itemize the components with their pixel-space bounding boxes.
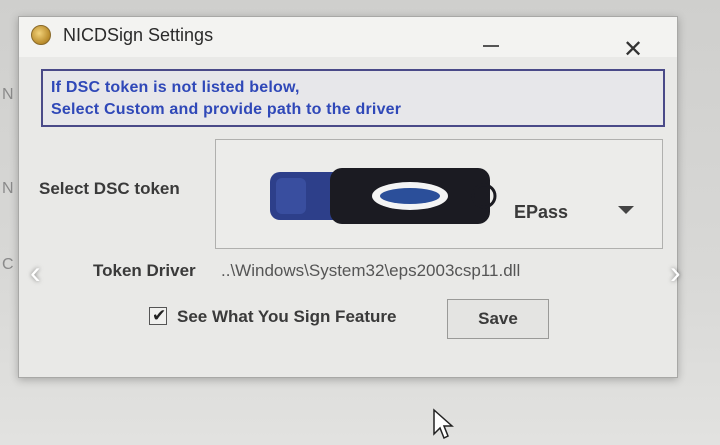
chevron-down-icon[interactable]	[618, 206, 634, 214]
token-driver-label: Token Driver	[93, 261, 196, 280]
info-message-box: If DSC token is not listed below, Select…	[41, 69, 665, 127]
mouse-pointer-icon	[433, 408, 454, 440]
background-window-letter: N	[2, 86, 14, 103]
token-dropdown[interactable]: EPass	[215, 139, 663, 249]
minimize-button[interactable]	[471, 21, 511, 51]
title-bar[interactable]: NICDSign Settings ✕	[19, 17, 677, 63]
usb-token-icon	[270, 168, 497, 224]
save-button[interactable]: Save	[447, 299, 549, 339]
background-window-letter: C	[2, 256, 14, 273]
info-line-2: Select Custom and provide path to the dr…	[51, 101, 402, 118]
select-token-label: Select DSC token	[39, 179, 180, 198]
window-title: NICDSign Settings	[63, 25, 214, 45]
check-icon: ✔	[152, 306, 167, 325]
info-line-1: If DSC token is not listed below,	[51, 79, 300, 96]
close-button[interactable]: ✕	[615, 35, 651, 65]
chevron-left-icon[interactable]: ‹	[30, 256, 41, 288]
close-icon: ✕	[622, 36, 644, 63]
token-driver-path: ..\Windows\System32\eps2003csp11.dll	[221, 261, 521, 280]
background-window-letter: N	[2, 180, 14, 197]
see-what-you-sign-checkbox[interactable]: ✔	[149, 306, 167, 325]
selected-token-name: EPass	[514, 202, 569, 222]
save-button-label: Save	[478, 309, 518, 328]
see-what-you-sign-label[interactable]: See What You Sign Feature	[177, 307, 396, 327]
chevron-right-icon[interactable]: ›	[670, 256, 681, 288]
settings-window: NICDSign Settings ✕ If DSC token is not …	[18, 16, 678, 378]
app-logo-icon	[31, 25, 51, 45]
